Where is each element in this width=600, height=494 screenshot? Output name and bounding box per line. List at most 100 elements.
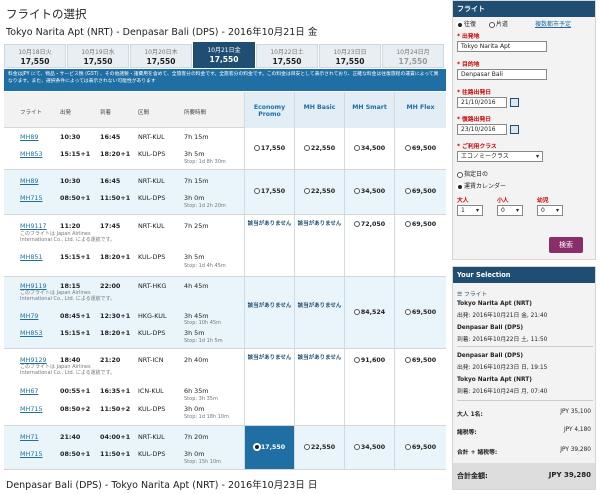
depart-date-label: * 往路出発日: [457, 90, 492, 96]
date-tab-1024[interactable]: 10月24日月 17,550: [382, 44, 444, 68]
flight-link[interactable]: MH853: [20, 329, 43, 337]
radio-icon[interactable]: [353, 444, 360, 450]
radio-icon[interactable]: [353, 145, 360, 151]
search-button[interactable]: 検索: [549, 237, 583, 253]
table-row: MH89 10:30 16:45 NRT-KUL 7h 15m MH853 15…: [4, 128, 446, 170]
date-tab-1023[interactable]: 10月23日日 17,550: [319, 44, 381, 68]
infant-label: 幼児: [537, 198, 549, 204]
radio-icon[interactable]: [303, 188, 310, 194]
flight-link[interactable]: MH851: [20, 253, 43, 261]
to-input[interactable]: Denpasar Bali: [457, 69, 547, 80]
radio-checked-icon[interactable]: [253, 444, 260, 450]
infant-select[interactable]: 0 ▾: [537, 205, 563, 216]
fare-cell-selected[interactable]: 17,550: [244, 426, 294, 469]
radio-icon[interactable]: [404, 221, 411, 227]
radio-icon[interactable]: [404, 444, 411, 450]
trip-oneway[interactable]: 片道: [489, 19, 508, 28]
date-tab-1022[interactable]: 10月22日土 17,550: [256, 44, 318, 68]
fare-cell[interactable]: 34,500: [344, 128, 394, 169]
flight-link[interactable]: MH67: [20, 387, 38, 395]
radio-icon[interactable]: [404, 188, 411, 194]
trip-roundtrip[interactable]: 往復: [457, 19, 476, 28]
radio-checked-icon[interactable]: [457, 183, 463, 190]
fare-cell[interactable]: 69,500: [394, 215, 446, 276]
fare-unavailable: 該当がありません: [244, 277, 294, 348]
table-row: MH9119 18:15 22:00 NRT-HKG 4h 45m このフライト…: [4, 277, 446, 349]
col-fare-economy-promo: Economy Promo: [244, 92, 294, 128]
fare-cell[interactable]: 34,500: [344, 170, 394, 214]
chevron-down-icon: ▾: [475, 207, 479, 214]
fare-cell[interactable]: 72,050: [344, 215, 394, 276]
calendar-icon[interactable]: [510, 125, 519, 134]
depart-date-input[interactable]: 21/10/2016: [457, 97, 507, 108]
flight-link[interactable]: MH853: [20, 150, 43, 158]
class-select[interactable]: エコノミークラス ▾: [457, 151, 543, 162]
multi-city-link[interactable]: 複数都市予定: [535, 19, 571, 28]
fare-cell[interactable]: 69,500: [394, 349, 446, 425]
radio-icon[interactable]: [457, 171, 463, 178]
fare-cell[interactable]: 22,550: [294, 426, 344, 469]
flight-link[interactable]: MH9117: [20, 222, 47, 230]
grand-total-bar: 合計金額: JPY 39,280: [453, 463, 595, 489]
date-tab-1019[interactable]: 10月19日水 17,550: [67, 44, 129, 68]
date-tab-1021-selected[interactable]: 10月21日金 17,550: [193, 42, 255, 68]
fare-notice: 料金はJPY にて、物品・サービス税 (GST) 、その他諸税・諸費用を含めて、…: [4, 69, 446, 91]
flight-link[interactable]: MH715: [20, 194, 43, 202]
fare-cell[interactable]: 17,550: [244, 170, 294, 214]
radio-icon[interactable]: [303, 145, 310, 151]
list-icon: ☰: [457, 292, 465, 298]
radio-icon[interactable]: [353, 309, 360, 315]
flight-link[interactable]: MH9129: [20, 356, 47, 364]
radio-icon[interactable]: [404, 357, 411, 363]
class-label: * ご利用クラス: [457, 144, 497, 150]
fare-cell[interactable]: 22,550: [294, 170, 344, 214]
fare-cell[interactable]: 69,500: [394, 277, 446, 348]
radio-icon[interactable]: [353, 357, 360, 363]
radio-icon[interactable]: [303, 444, 310, 450]
col-fare-mh-basic: MH Basic: [294, 92, 344, 128]
fare-unavailable: 該当がありません: [244, 349, 294, 425]
table-row: MH89 10:30 16:45 NRT-KUL 7h 15m MH715 08…: [4, 170, 446, 215]
fare-cell[interactable]: 69,500: [394, 426, 446, 469]
return-date-input[interactable]: 23/10/2016: [457, 124, 507, 135]
radio-checked-icon[interactable]: [457, 21, 463, 28]
col-fare-mh-flex: MH Flex: [394, 92, 446, 128]
radio-icon[interactable]: [404, 145, 411, 151]
flight-link[interactable]: MH89: [20, 177, 38, 185]
calendar-icon[interactable]: [510, 98, 519, 107]
radio-icon[interactable]: [353, 188, 360, 194]
from-label: * 出発地: [457, 34, 480, 40]
fare-cell[interactable]: 69,500: [394, 170, 446, 214]
fare-cell[interactable]: 69,500: [394, 128, 446, 169]
flight-link[interactable]: MH79: [20, 312, 38, 320]
fare-unavailable: 該当がありません: [244, 215, 294, 276]
from-input[interactable]: Tokyo Narita Apt: [457, 41, 547, 52]
flight-link[interactable]: MH9119: [20, 282, 47, 290]
adult-select[interactable]: 1 ▾: [457, 205, 483, 216]
option-fare-calendar[interactable]: 運賃カレンダー: [457, 181, 506, 190]
option-fixed-date[interactable]: 指定日の: [457, 169, 488, 178]
fare-unavailable: 該当がありません: [294, 215, 344, 276]
radio-icon[interactable]: [253, 188, 260, 194]
radio-icon[interactable]: [353, 221, 360, 227]
flight-link[interactable]: MH715: [20, 450, 43, 458]
child-select[interactable]: 0 ▾: [497, 205, 523, 216]
table-row-selected: MH71 21:40 04:00+1 NRT-KUL 7h 20m MH715 …: [4, 426, 446, 470]
fare-cell[interactable]: 34,500: [344, 426, 394, 469]
radio-icon[interactable]: [253, 145, 260, 151]
fare-cell[interactable]: 91,600: [344, 349, 394, 425]
date-tab-1020[interactable]: 10月20日木 17,550: [130, 44, 192, 68]
flight-link[interactable]: MH715: [20, 405, 43, 413]
fare-cell[interactable]: 22,550: [294, 128, 344, 169]
radio-icon[interactable]: [404, 309, 411, 315]
flight-link[interactable]: MH89: [20, 133, 38, 141]
flight-link[interactable]: MH71: [20, 433, 38, 441]
table-row: MH9117 11:20 17:45 NRT-KUL 7h 25m このフライト…: [4, 215, 446, 277]
adult-label: 大人: [457, 198, 469, 204]
date-tab-1018[interactable]: 10月18日火 17,550: [4, 44, 66, 68]
child-label: 小人: [497, 198, 509, 204]
fare-cell[interactable]: 17,550: [244, 128, 294, 169]
radio-icon[interactable]: [489, 21, 495, 28]
fare-cell[interactable]: 84,524: [344, 277, 394, 348]
chevron-down-icon: ▾: [535, 153, 539, 160]
